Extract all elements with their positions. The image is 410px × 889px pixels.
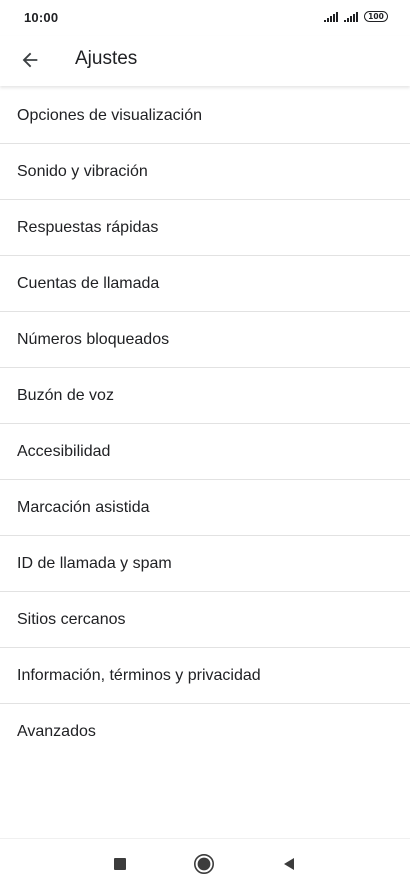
settings-item-label: Accesibilidad: [17, 442, 111, 460]
signal-icon: [344, 11, 358, 22]
settings-item-quick-responses[interactable]: Respuestas rápidas: [0, 200, 410, 256]
settings-item-sound-vibration[interactable]: Sonido y vibración: [0, 144, 410, 200]
status-icons: 100: [324, 11, 388, 22]
battery-icon: 100: [364, 11, 388, 22]
app-bar: Ajustes: [0, 36, 410, 86]
status-bar: 10:00 100: [0, 0, 410, 36]
settings-item-assisted-dialing[interactable]: Marcación asistida: [0, 480, 410, 536]
settings-item-label: Números bloqueados: [17, 330, 170, 348]
page-title: Ajustes: [75, 48, 138, 69]
settings-item-label: Opciones de visualización: [17, 106, 202, 124]
settings-item-blocked-numbers[interactable]: Números bloqueados: [0, 312, 410, 368]
settings-item-accessibility[interactable]: Accesibilidad: [0, 424, 410, 480]
battery-level: 100: [368, 11, 384, 21]
settings-item-label: Marcación asistida: [17, 498, 150, 516]
system-nav-bar: [0, 838, 410, 889]
settings-item-display-options[interactable]: Opciones de visualización: [0, 88, 410, 144]
home-button[interactable]: [191, 851, 217, 877]
status-time: 10:00: [24, 10, 59, 25]
settings-item-label: Información, términos y privacidad: [17, 666, 261, 684]
arrow-back-icon: [22, 52, 38, 68]
settings-item-voicemail[interactable]: Buzón de voz: [0, 368, 410, 424]
settings-item-label: Avanzados: [17, 722, 96, 740]
settings-item-label: Sitios cercanos: [17, 610, 126, 628]
settings-item-calling-accounts[interactable]: Cuentas de llamada: [0, 256, 410, 312]
settings-item-caller-id-spam[interactable]: ID de llamada y spam: [0, 536, 410, 592]
settings-item-nearby-places[interactable]: Sitios cercanos: [0, 592, 410, 648]
settings-item-label: Cuentas de llamada: [17, 274, 160, 292]
settings-item-about-terms-privacy[interactable]: Información, términos y privacidad: [0, 648, 410, 704]
settings-list: Opciones de visualización Sonido y vibra…: [0, 88, 410, 759]
square-recents-icon: [114, 858, 126, 870]
nav-back-button[interactable]: [276, 851, 302, 877]
circle-home-icon: [194, 854, 214, 874]
back-button[interactable]: [10, 40, 50, 80]
recents-button[interactable]: [107, 851, 133, 877]
settings-item-label: Respuestas rápidas: [17, 218, 159, 236]
settings-item-label: Buzón de voz: [17, 386, 114, 404]
settings-item-label: Sonido y vibración: [17, 162, 148, 180]
settings-item-advanced[interactable]: Avanzados: [0, 704, 410, 759]
signal-icon: [324, 11, 338, 22]
settings-item-label: ID de llamada y spam: [17, 554, 172, 572]
triangle-back-icon: [284, 858, 294, 870]
